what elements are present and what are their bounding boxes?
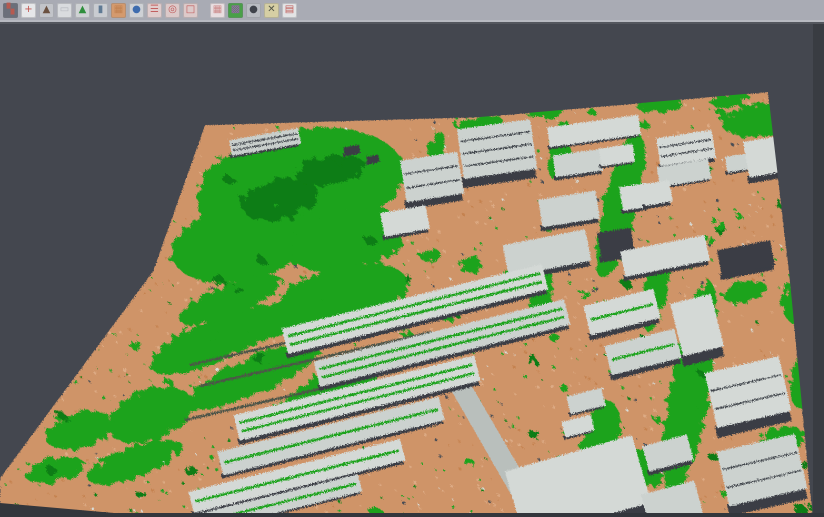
building	[639, 180, 673, 209]
right-edge-strip	[813, 24, 824, 517]
target-picker-icon[interactable]: ◎	[165, 3, 180, 18]
viewport-3d[interactable]	[0, 0, 824, 517]
target-picker-icon-glyph: ◎	[168, 5, 177, 15]
classify-colors-icon[interactable]: ▩	[228, 3, 243, 18]
empty-frame-icon[interactable]: ▭	[57, 3, 72, 18]
align-points-icon-glyph: +	[24, 5, 32, 15]
web-globe-icon[interactable]: ●	[129, 3, 144, 18]
import-scene-icon[interactable]: ▚	[3, 3, 18, 18]
toolbar-icons: ▚ + ▲ ▭ ▲ ▮ ▦ ● ☰ ◎ □ ▦ ▩ ● ✕ ▤	[3, 3, 297, 18]
building	[398, 152, 465, 210]
main-toolbar: ▚ + ▲ ▭ ▲ ▮ ▦ ● ☰ ◎ □ ▦ ▩ ● ✕ ▤	[0, 0, 824, 22]
building	[455, 119, 538, 188]
dem-hill-icon[interactable]: ▲	[75, 3, 90, 18]
application-window: ▚ + ▲ ▭ ▲ ▮ ▦ ● ☰ ◎ □ ▦ ▩ ● ✕ ▤	[0, 0, 824, 517]
dem-hill-icon-glyph: ▲	[79, 5, 87, 15]
bottom-edge-strip	[0, 513, 824, 517]
profile-slice-icon[interactable]: ▮	[93, 3, 108, 18]
ortho-photo-icon-glyph: ▦	[114, 5, 123, 15]
flag-ruler-icon[interactable]: ▤	[282, 3, 297, 18]
classify-colors-icon-glyph: ▩	[231, 5, 240, 15]
toolbar-shadow-line	[0, 22, 824, 24]
crop-box-icon-glyph: □	[186, 5, 195, 15]
clip-cross-icon[interactable]: ✕	[264, 3, 279, 18]
align-points-icon[interactable]: +	[21, 3, 36, 18]
dark-globe-icon-glyph: ●	[249, 5, 258, 15]
clip-cross-icon-glyph: ✕	[267, 5, 275, 15]
import-scene-icon-glyph: ▚	[7, 5, 15, 15]
flag-ruler-icon-glyph: ▤	[285, 5, 294, 15]
profile-slice-icon-glyph: ▮	[98, 5, 104, 15]
red-layers-icon[interactable]: ☰	[147, 3, 162, 18]
red-layers-icon-glyph: ☰	[150, 5, 159, 15]
checker-mask-icon[interactable]: ▦	[210, 3, 225, 18]
empty-frame-icon-glyph: ▭	[60, 5, 69, 15]
building	[723, 153, 750, 175]
scene-svg[interactable]	[0, 0, 824, 517]
checker-mask-icon-glyph: ▦	[213, 5, 222, 15]
ortho-photo-icon[interactable]: ▦	[111, 3, 126, 18]
web-globe-icon-glyph: ●	[132, 5, 141, 15]
dark-globe-icon[interactable]: ●	[246, 3, 261, 18]
terrain-model-icon[interactable]: ▲	[39, 3, 54, 18]
crop-box-icon[interactable]: □	[183, 3, 198, 18]
terrain-model-icon-glyph: ▲	[43, 5, 51, 15]
